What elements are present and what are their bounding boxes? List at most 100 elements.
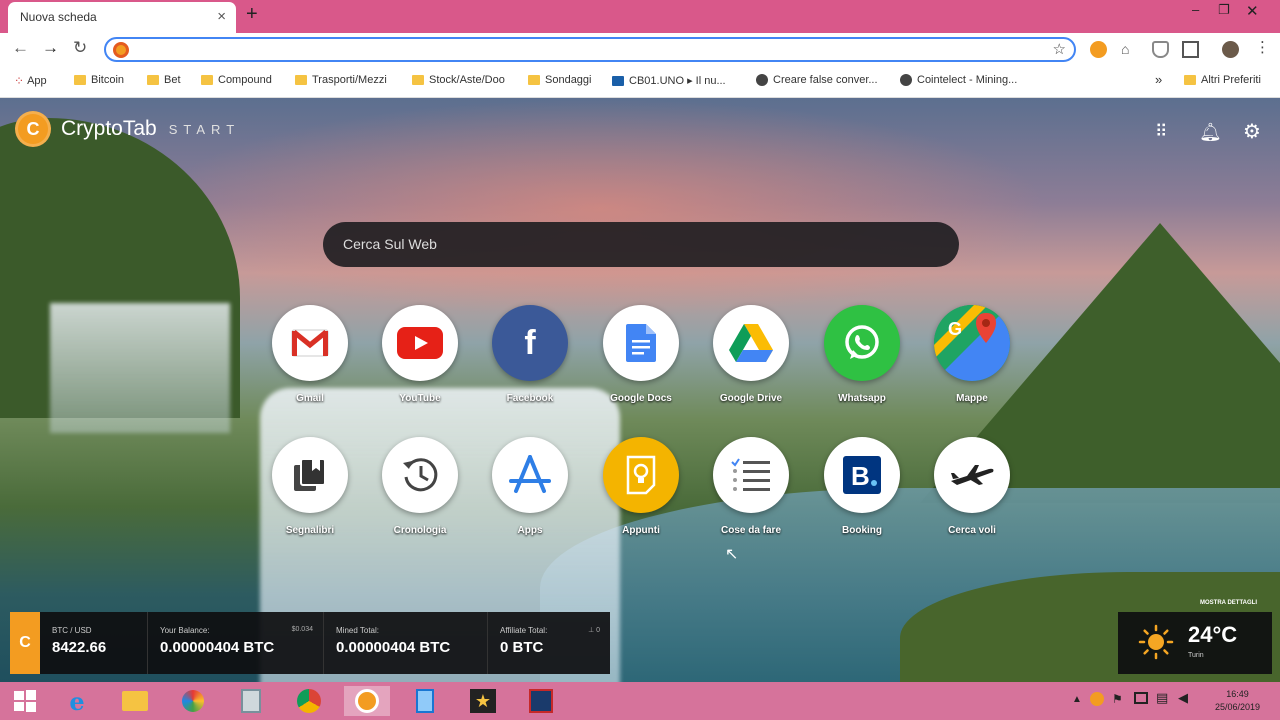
bookmark-other-folder[interactable]: Altri Preferiti xyxy=(1184,74,1261,86)
cryptotab-icon xyxy=(355,689,379,713)
new-tab-button[interactable]: + xyxy=(246,3,258,26)
weather-temperature: 24°C xyxy=(1188,622,1238,647)
folder-icon xyxy=(122,691,148,711)
colorful-app-icon xyxy=(182,690,204,712)
apps-grid-icon[interactable]: ⠿ xyxy=(1155,122,1167,142)
tile-maps[interactable]: G Mappe xyxy=(927,305,1017,404)
cryptotab-favicon-icon xyxy=(113,42,129,58)
tab-active[interactable]: Nuova scheda × xyxy=(8,2,236,33)
tray-clock[interactable]: 16:49 25/06/2019 xyxy=(1215,688,1260,714)
taskbar-app[interactable] xyxy=(402,686,448,716)
taskbar-internet-explorer[interactable]: e xyxy=(54,686,100,716)
cast-icon[interactable] xyxy=(1182,41,1199,58)
bookmark-folder[interactable]: Sondaggi xyxy=(528,74,592,86)
address-bar[interactable]: ☆ xyxy=(104,37,1076,62)
tile-label: Whatsapp xyxy=(838,393,886,404)
stat-mined-total: Mined Total: 0.00000404 BTC xyxy=(324,612,488,674)
close-window-icon[interactable]: ✕ xyxy=(1246,2,1259,20)
cryptotab-extension-icon[interactable] xyxy=(1090,41,1107,58)
tile-google-drive[interactable]: Google Drive xyxy=(706,305,796,404)
bell-icon[interactable]: 🔔︎ xyxy=(1199,122,1222,143)
bookmarks-icon xyxy=(272,437,348,513)
document-icon xyxy=(241,689,261,713)
background-waterfall xyxy=(50,303,230,433)
bookmarks-more-button[interactable]: » xyxy=(1155,72,1162,87)
tile-label: Cerca voli xyxy=(948,525,996,536)
stat-label: Your Balance: xyxy=(160,626,210,635)
tile-label: Mappe xyxy=(956,393,988,404)
bookmark-folder[interactable]: Trasporti/Mezzi xyxy=(295,74,387,86)
gear-icon[interactable]: ⚙ xyxy=(1243,119,1261,144)
stat-label: BTC / USD xyxy=(52,626,92,635)
notes-icon xyxy=(603,437,679,513)
search-input[interactable]: Cerca Sul Web xyxy=(323,222,959,267)
logo-subtitle: START xyxy=(168,121,241,137)
taskbar-cryptotab[interactable] xyxy=(344,686,390,716)
tile-youtube[interactable]: YouTube xyxy=(375,305,465,404)
taskbar-app[interactable]: ★ xyxy=(460,686,506,716)
booking-icon: B xyxy=(824,437,900,513)
maps-icon: G xyxy=(934,305,1010,381)
tile-apps[interactable]: Apps xyxy=(485,437,575,536)
logo-name: CryptoTab xyxy=(61,117,157,140)
bookmark-page[interactable]: CB01.UNO ▸ Il nu... xyxy=(612,74,726,87)
svg-text:G: G xyxy=(948,319,962,339)
bookmark-folder[interactable]: Compound xyxy=(201,74,272,86)
tray-flag-icon[interactable]: ⚑ xyxy=(1112,692,1123,706)
taskbar-app[interactable] xyxy=(518,686,564,716)
tile-label: Cronologia xyxy=(393,525,447,536)
forward-icon[interactable]: → xyxy=(42,38,59,58)
taskbar-chrome[interactable] xyxy=(286,686,332,716)
tile-todo[interactable]: Cose da fare xyxy=(706,437,796,536)
weather-widget[interactable]: 24°C Turin xyxy=(1118,612,1272,674)
tile-bookmarks[interactable]: Segnalibri xyxy=(265,437,355,536)
home-icon[interactable]: ⌂ xyxy=(1121,41,1138,58)
stat-balance[interactable]: Your Balance: $0.034 0.00000404 BTC xyxy=(148,612,324,674)
taskbar-app[interactable] xyxy=(228,686,274,716)
background-image xyxy=(150,98,1050,318)
bookmark-page[interactable]: Cointelect - Mining... xyxy=(900,74,1017,86)
taskbar-app[interactable] xyxy=(170,686,216,716)
tray-arrow-icon[interactable]: ▲ xyxy=(1072,694,1082,705)
tile-gmail[interactable]: Gmail xyxy=(265,305,355,404)
page-icon xyxy=(612,75,624,86)
gmail-icon xyxy=(272,305,348,381)
avatar[interactable] xyxy=(1222,41,1239,58)
menu-dots-icon[interactable]: ⋮ xyxy=(1255,38,1272,56)
tray-monitor-icon[interactable] xyxy=(1134,692,1148,704)
stat-label: Affiliate Total: xyxy=(500,626,548,635)
tile-flights[interactable]: Cerca voli xyxy=(927,437,1017,536)
tab-close-icon[interactable]: × xyxy=(217,8,226,25)
maximize-icon[interactable]: ❐ xyxy=(1218,2,1230,18)
tile-google-docs[interactable]: Google Docs xyxy=(596,305,686,404)
stat-value: 0 BTC xyxy=(500,639,544,656)
show-details-link[interactable]: MOSTRA DETTAGLI xyxy=(1200,600,1257,606)
tray-volume-icon[interactable]: ◀ xyxy=(1178,690,1188,706)
tile-history[interactable]: Cronologia xyxy=(375,437,465,536)
back-icon[interactable]: ← xyxy=(12,38,29,58)
bookmark-star-icon[interactable]: ☆ xyxy=(1053,40,1066,58)
reload-icon[interactable]: ↻ xyxy=(73,38,87,58)
taskbar-file-explorer[interactable] xyxy=(112,686,158,716)
start-button[interactable] xyxy=(2,686,48,716)
stat-affiliate-total: Affiliate Total: ⊥ 0 0 BTC xyxy=(488,612,610,674)
tray-network-icon[interactable]: ▤ xyxy=(1156,690,1168,706)
bookmark-apps[interactable]: ⁘ App xyxy=(14,74,47,88)
cryptotab-logo[interactable]: C CryptoTab START xyxy=(15,111,240,147)
tile-label: Appunti xyxy=(622,525,660,536)
google-drive-icon xyxy=(713,305,789,381)
bookmark-folder[interactable]: Bitcoin xyxy=(74,74,124,86)
tile-whatsapp[interactable]: Whatsapp xyxy=(817,305,907,404)
tile-notes[interactable]: Appunti xyxy=(596,437,686,536)
mouse-cursor-icon: ↖ xyxy=(725,546,739,563)
minimize-icon[interactable]: – xyxy=(1192,2,1199,17)
tray-cryptotab-icon[interactable] xyxy=(1090,692,1104,706)
weather-city: Turin xyxy=(1188,652,1204,659)
tile-facebook[interactable]: f Facebook xyxy=(485,305,575,404)
bookmark-folder[interactable]: Stock/Aste/Doo xyxy=(412,74,505,86)
bookmark-folder[interactable]: Bet xyxy=(147,74,181,86)
tile-booking[interactable]: B Booking xyxy=(817,437,907,536)
bookmark-page[interactable]: Creare false conver... xyxy=(756,74,878,86)
star-app-icon: ★ xyxy=(470,689,496,713)
shield-icon[interactable] xyxy=(1152,41,1169,58)
